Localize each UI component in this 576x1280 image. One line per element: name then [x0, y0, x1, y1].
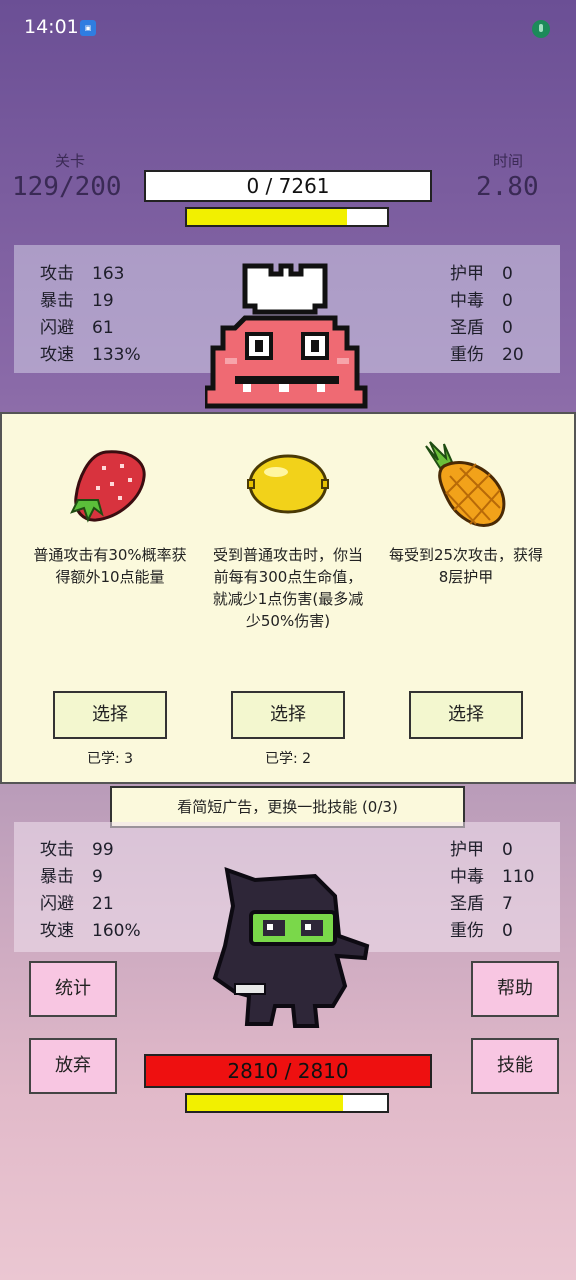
enemy-stat-armor: 护甲 0	[450, 264, 513, 284]
pineapple-icon	[425, 441, 506, 527]
enemy-stat-speed: 攻速 133%	[40, 345, 141, 365]
mic-icon	[532, 20, 550, 38]
time-value: 2.80	[476, 172, 539, 202]
player-stat-crit: 暴击 9	[40, 867, 103, 887]
lemon-icon	[247, 454, 329, 514]
player-stat-poison: 中毒 110	[450, 867, 535, 887]
player-stat-speed: 攻速 160%	[40, 921, 141, 941]
ninja-player-sprite	[212, 866, 370, 1028]
level-value: 129/200	[12, 172, 122, 202]
status-bar: 14:01 ▣	[0, 0, 576, 56]
help-button[interactable]: 帮助	[471, 961, 559, 1017]
enemy-blob-sprite	[205, 263, 368, 409]
enemy-energy-bar	[185, 207, 389, 227]
player-hp-bar: 2810 / 2810	[144, 1054, 432, 1088]
skill-1-select-button[interactable]: 选择	[53, 691, 167, 739]
skill-2-description: 受到普通攻击时，你当前每有300点生命值，就减少1点伤害(最多减少50%伤害)	[212, 546, 364, 630]
player-stat-wound: 重伤 0	[450, 921, 513, 941]
enemy-hp-bar: 0 / 7261	[144, 170, 432, 202]
skill-1-description: 普通攻击有30%概率获得额外10点能量	[33, 546, 187, 586]
player-energy-fill	[187, 1095, 343, 1111]
player-energy-bar	[185, 1093, 389, 1113]
skill-3-select-button[interactable]: 选择	[409, 691, 523, 739]
strawberry-icon	[70, 450, 146, 523]
enemy-stat-wound: 重伤 20	[450, 345, 524, 365]
player-stat-attack: 攻击 99	[40, 840, 114, 860]
enemy-stat-crit: 暴击 19	[40, 291, 114, 311]
skills-button[interactable]: 技能	[471, 1038, 559, 1094]
gallery-notification-icon: ▣	[80, 20, 96, 36]
skill-2-select-button[interactable]: 选择	[231, 691, 345, 739]
give-up-button[interactable]: 放弃	[29, 1038, 117, 1094]
player-stats-left: 攻击 99 暴击 9 闪避 21 攻速 160%	[40, 835, 141, 943]
enemy-stat-shield: 圣盾 0	[450, 318, 513, 338]
enemy-stat-attack: 攻击 163	[40, 264, 125, 284]
player-stat-dodge: 闪避 21	[40, 894, 114, 914]
skill-2-learned: 已学: 2	[264, 751, 312, 767]
enemy-stats-left: 攻击 163 暴击 19 闪避 61 攻速 133%	[40, 259, 141, 367]
skill-1-learned: 已学: 3	[86, 751, 134, 767]
level-label: 关卡	[55, 152, 86, 170]
player-stat-shield: 圣盾 7	[450, 894, 513, 914]
enemy-energy-fill	[187, 209, 347, 225]
enemy-stat-poison: 中毒 0	[450, 291, 513, 311]
enemy-hp-text: 0 / 7261	[246, 174, 330, 198]
enemy-stat-dodge: 闪避 61	[40, 318, 114, 338]
player-hp-text: 2810 / 2810	[227, 1059, 349, 1083]
status-time: 14:01	[24, 16, 79, 38]
stats-button[interactable]: 统计	[29, 961, 117, 1017]
player-stat-armor: 护甲 0	[450, 840, 513, 860]
skill-3-description: 每受到25次攻击，获得8层护甲	[388, 546, 544, 586]
time-label: 时间	[493, 152, 524, 170]
player-stats-right: 护甲 0 中毒 110 圣盾 7 重伤 0	[450, 835, 534, 943]
enemy-stats-right: 护甲 0 中毒 0 圣盾 0 重伤 20	[450, 259, 524, 367]
